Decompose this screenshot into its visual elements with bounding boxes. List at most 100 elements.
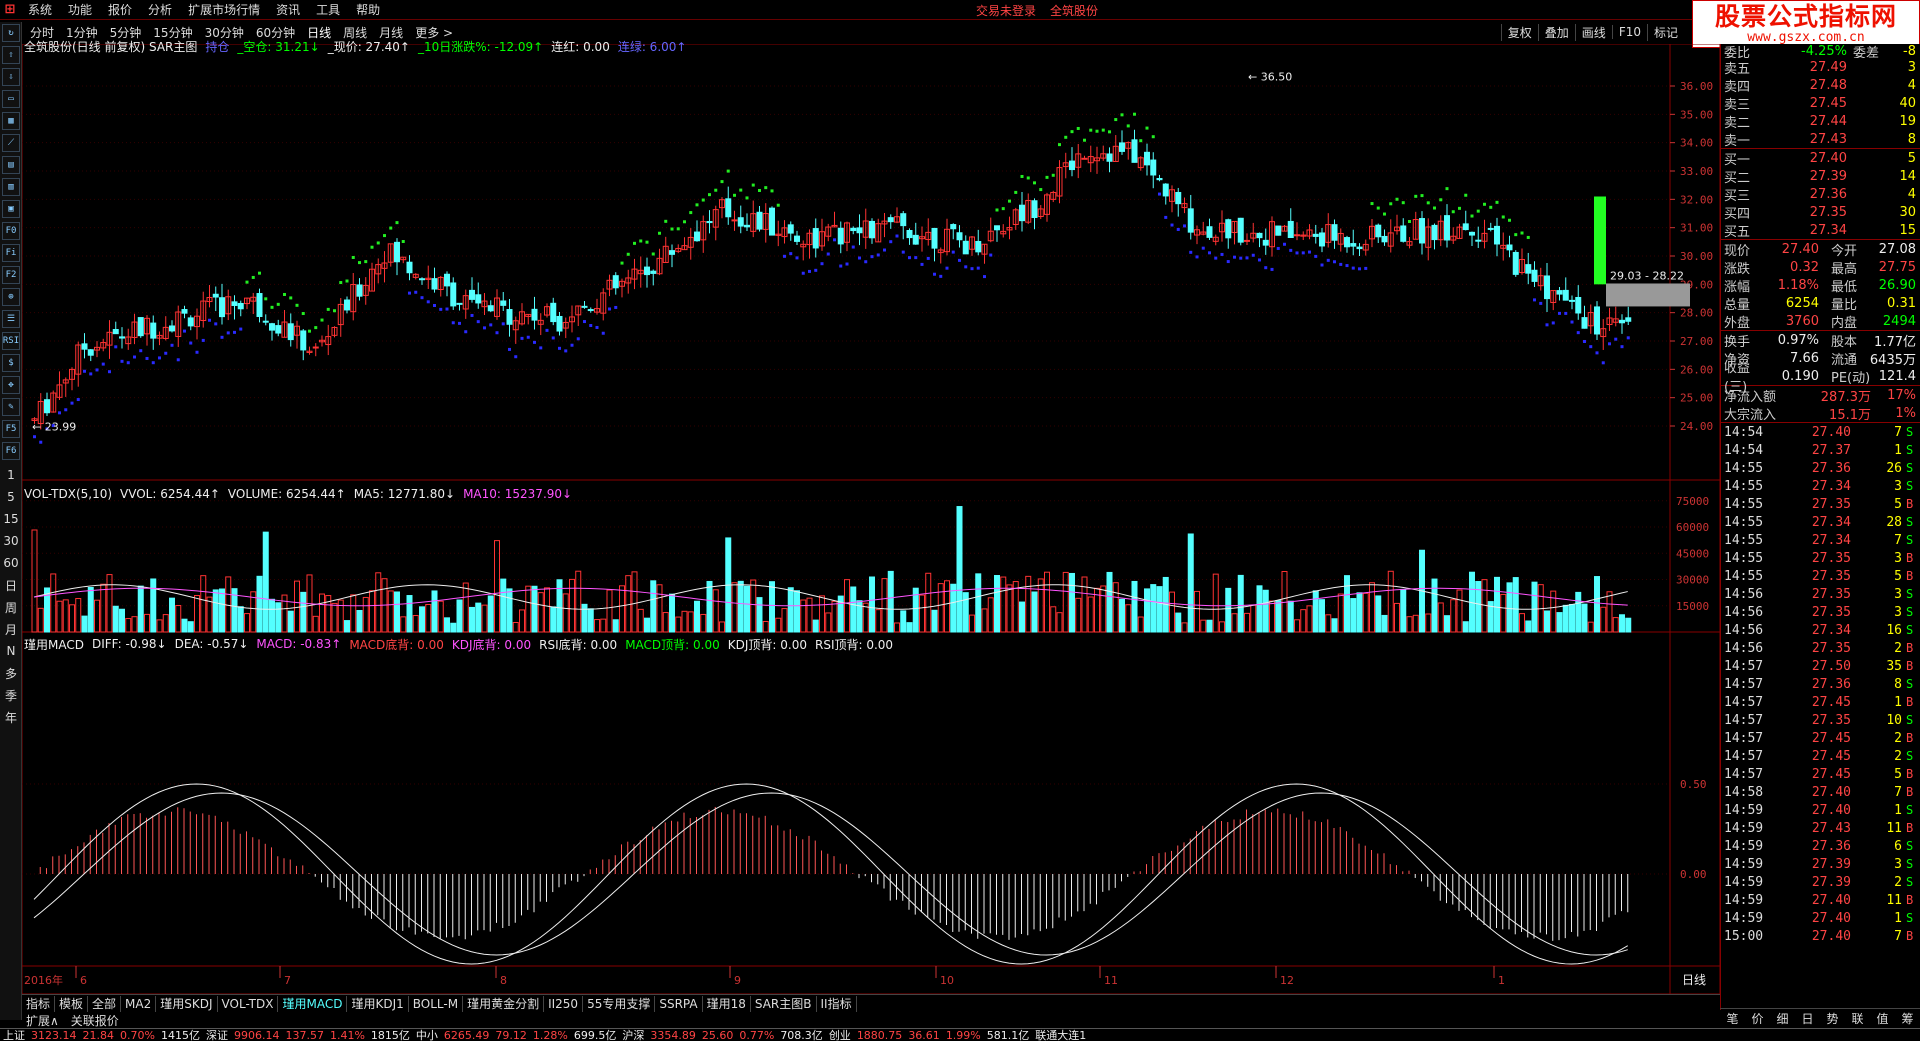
menu-item-5[interactable]: 资讯 [268,1,308,18]
toolbar-button-2[interactable]: 画线 [1574,23,1612,41]
indicator-tab-6[interactable]: 瑾用MACD [278,995,348,1012]
left-tool-icon-17[interactable]: ✎ [2,398,20,416]
indicator-tab-2[interactable]: 全部 [88,995,122,1012]
ask-row-1[interactable]: 卖四 27.48 4 [1721,76,1920,95]
left-tool-icon-16[interactable]: ✥ [2,376,20,394]
side-tab-7[interactable]: 筹 [1901,1010,1913,1027]
toolbar-button-3[interactable]: F10 [1611,25,1647,39]
volume-bar [387,590,394,633]
menu-item-0[interactable]: 系统 [20,1,60,18]
indicator-tab-10[interactable]: II250 [544,995,584,1012]
indicator-tab-11[interactable]: 55专用支撑 [583,995,656,1012]
left-tool-icon-2[interactable]: ⇩ [2,68,20,86]
menu-item-3[interactable]: 分析 [140,1,180,18]
left-tool-icon-13[interactable]: ☰ [2,310,20,328]
bid-row-0[interactable]: 买一 27.40 5 [1721,149,1920,168]
ask-row-0[interactable]: 卖五 27.49 3 [1721,58,1920,77]
volume-bar [537,592,544,633]
sar-dot [1426,201,1430,205]
left-tool-icon-15[interactable]: $ [2,354,20,372]
side-tab-5[interactable]: 联 [1851,1010,1863,1027]
side-tab-0[interactable]: 笔 [1726,1010,1738,1027]
left-tool-icon-7[interactable]: ▥ [2,178,20,196]
indicator-tab-5[interactable]: VOL-TDX [218,995,279,1012]
indicator-tab-14[interactable]: SAR主图B [751,995,817,1012]
side-tab-6[interactable]: 值 [1876,1010,1888,1027]
indicator-tab-12[interactable]: SSRPA [655,995,703,1012]
ext-item-1[interactable]: 关联报价 [71,1012,119,1029]
left-period-0[interactable]: 1 [0,464,22,486]
indicator-tab-13[interactable]: 瑾用18 [703,995,751,1012]
indicator-tab-3[interactable]: MA2 [121,995,157,1012]
left-tool-icon-18[interactable]: F5 [2,420,20,438]
volume-bar [1356,592,1363,633]
left-tool-icon-8[interactable]: ▣ [2,200,20,218]
indicator-tab-4[interactable]: 瑾用SKDJ [156,995,218,1012]
side-tab-3[interactable]: 日 [1801,1010,1813,1027]
side-tab-4[interactable]: 势 [1826,1010,1838,1027]
left-period-3[interactable]: 30 [0,530,22,552]
menu-item-4[interactable]: 扩展市场行情 [180,1,268,18]
left-period-8[interactable]: N [0,640,22,662]
left-tool-icon-12[interactable]: ⊕ [2,288,20,306]
left-period-4[interactable]: 60 [0,552,22,574]
bid-row-3[interactable]: 买四 27.35 30 [1721,203,1920,222]
menu-item-2[interactable]: 报价 [100,1,140,18]
left-period-2[interactable]: 15 [0,508,22,530]
toolbar-button-4[interactable]: 标记 [1646,23,1684,41]
sar-dot [1595,351,1599,355]
toolbar-button-0[interactable]: 复权 [1500,23,1538,41]
login-status[interactable]: 交易未登录 [976,2,1036,19]
candle-body [556,315,563,332]
indicator-tab-7[interactable]: 瑾用KDJ1 [347,995,409,1012]
left-tool-icon-14[interactable]: RSI [2,332,20,350]
left-tool-icon-1[interactable]: ⇧ [2,46,20,64]
bid-row-4[interactable]: 买五 27.34 15 [1721,221,1920,240]
ask-row-3[interactable]: 卖二 27.44 19 [1721,112,1920,131]
left-tool-icon-4[interactable]: ▦ [2,112,20,130]
left-period-6[interactable]: 周 [0,596,22,618]
left-tool-icon-3[interactable]: ▭ [2,90,20,108]
side-tab-2[interactable]: 细 [1776,1010,1788,1027]
left-period-5[interactable]: 日 [0,574,22,596]
ext-item-0[interactable]: 扩展∧ [26,1012,59,1029]
volume-bar [850,586,857,633]
indicator-tab-0[interactable]: 指标 [22,995,56,1012]
indicator-tab-15[interactable]: II指标 [817,995,857,1012]
sar-dot [939,274,943,278]
volume-bar [1625,617,1632,633]
left-tool-icon-6[interactable]: ▤ [2,156,20,174]
volume-bar [81,615,88,633]
indicator-tab-8[interactable]: BOLL-M [409,995,464,1012]
volume-bar [87,587,94,633]
menu-item-6[interactable]: 工具 [308,1,348,18]
side-tab-1[interactable]: 价 [1751,1010,1763,1027]
left-tool-icon-10[interactable]: Fi [2,244,20,262]
indicator-tab-9[interactable]: 瑾用黄金分割 [463,995,545,1012]
volume-bar [800,599,807,633]
toolbar-button-1[interactable]: 叠加 [1537,23,1575,41]
left-tool-icon-19[interactable]: F6 [2,442,20,460]
left-tool-icon-11[interactable]: F2 [2,266,20,284]
menu-item-7[interactable]: 帮助 [348,1,388,18]
left-tool-icon-9[interactable]: F0 [2,222,20,240]
bid-row-1[interactable]: 买二 27.39 14 [1721,167,1920,186]
ask-row-2[interactable]: 卖三 27.45 40 [1721,94,1920,113]
bid-row-2[interactable]: 买三 27.36 4 [1721,185,1920,204]
kline-chart-area[interactable]: 36.00 35.00 34.00 33.00 32.00 31.00 30.00 29.00… [22,40,1720,994]
left-tool-icon-5[interactable]: ⟋ [2,134,20,152]
app-logo-icon[interactable]: ⊞ [0,0,20,20]
left-period-10[interactable]: 季 [0,684,22,706]
menu-item-1[interactable]: 功能 [60,1,100,18]
left-period-7[interactable]: 月 [0,618,22,640]
volume-bar [1531,581,1538,633]
left-period-9[interactable]: 多 [0,662,22,684]
indicator-tab-1[interactable]: 模板 [55,995,89,1012]
left-period-11[interactable]: 年 [0,706,22,728]
left-period-1[interactable]: 5 [0,486,22,508]
sar-dot [470,313,474,317]
chart-canvas[interactable]: 36.0035.0034.0033.0032.0031.0030.0029.00… [22,44,1720,994]
ask-row-4[interactable]: 卖一 27.43 8 [1721,130,1920,149]
sar-dot [889,240,893,244]
left-tool-icon-0[interactable]: ↻ [2,24,20,42]
